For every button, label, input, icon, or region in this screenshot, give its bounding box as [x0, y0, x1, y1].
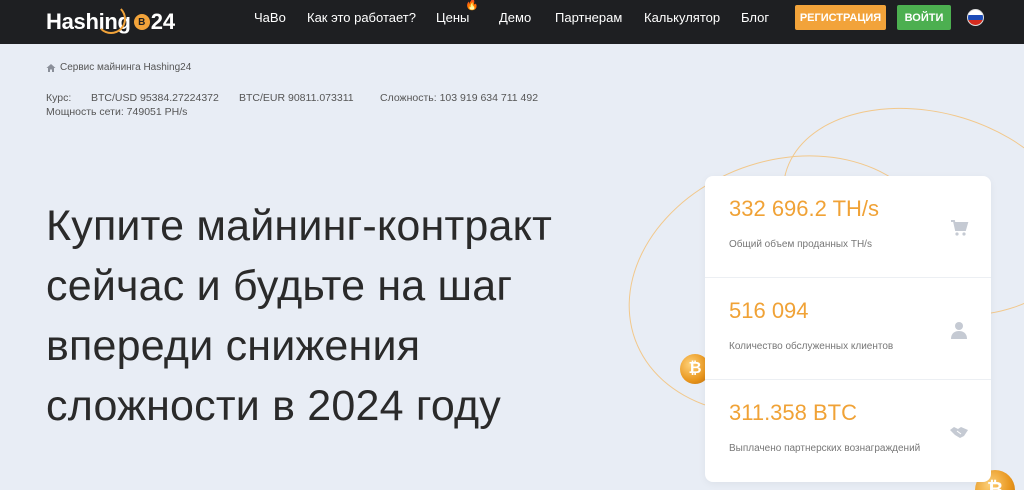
hero-title: Купите майнинг-контракт сейчас и будьте … [46, 202, 553, 430]
login-button[interactable]: ВОЙТИ [897, 5, 951, 30]
rate-btc-usd: BTC/USD 95384.27224372 [91, 92, 219, 104]
stats-card: 332 696.2 TH/s Общий объем проданных TH/… [705, 176, 991, 482]
nav-item-how-it-works[interactable]: Как это работает? [307, 10, 416, 26]
home-icon[interactable] [46, 63, 56, 73]
fire-icon: 🔥 [465, 0, 479, 11]
stat-value: 311.358 BTC [729, 400, 858, 425]
nav-item-prices[interactable]: Цены [436, 10, 469, 26]
nav-item-calculator[interactable]: Калькулятор [644, 10, 720, 26]
handshake-icon [950, 427, 968, 438]
rate-btc-eur: BTC/EUR 90811.073311 [239, 92, 354, 104]
stat-sold-ths: 332 696.2 TH/s Общий объем проданных TH/… [705, 176, 991, 278]
stat-value: 332 696.2 TH/s [729, 196, 880, 221]
nav-item-blog[interactable]: Блог [741, 10, 769, 26]
stat-clients: 516 094 Количество обслуженных клиентов [705, 278, 991, 380]
stat-label: Общий объем проданных TH/s [729, 239, 872, 250]
rate-label: Курс: [46, 92, 72, 104]
nav-item-partners[interactable]: Партнерам [555, 10, 622, 26]
user-icon [951, 322, 967, 339]
stat-label: Количество обслуженных клиентов [729, 341, 894, 352]
stat-label: Выплачено партнерских вознаграждений [729, 443, 921, 454]
cart-icon [951, 220, 969, 236]
stat-value: 516 094 [729, 298, 809, 323]
nav-item-faq[interactable]: ЧаВо [254, 10, 286, 26]
breadcrumb-label[interactable]: Сервис майнинга Hashing24 [60, 62, 191, 73]
stat-partner-rewards: 311.358 BTC Выплачено партнерских вознаг… [705, 380, 991, 482]
breadcrumb: Сервис майнинга Hashing24 [46, 62, 191, 73]
register-button[interactable]: РЕГИСТРАЦИЯ [795, 5, 886, 30]
nav-item-demo[interactable]: Демо [499, 10, 531, 26]
top-navigation-bar: Hashing B 24 ЧаВо Как это работает? Цены… [0, 0, 1024, 44]
language-flag-ru-icon[interactable] [967, 9, 984, 26]
network-difficulty: Сложность: 103 919 634 711 492 [380, 92, 539, 104]
network-power: Мощность сети: 749051 PH/s [46, 106, 188, 118]
